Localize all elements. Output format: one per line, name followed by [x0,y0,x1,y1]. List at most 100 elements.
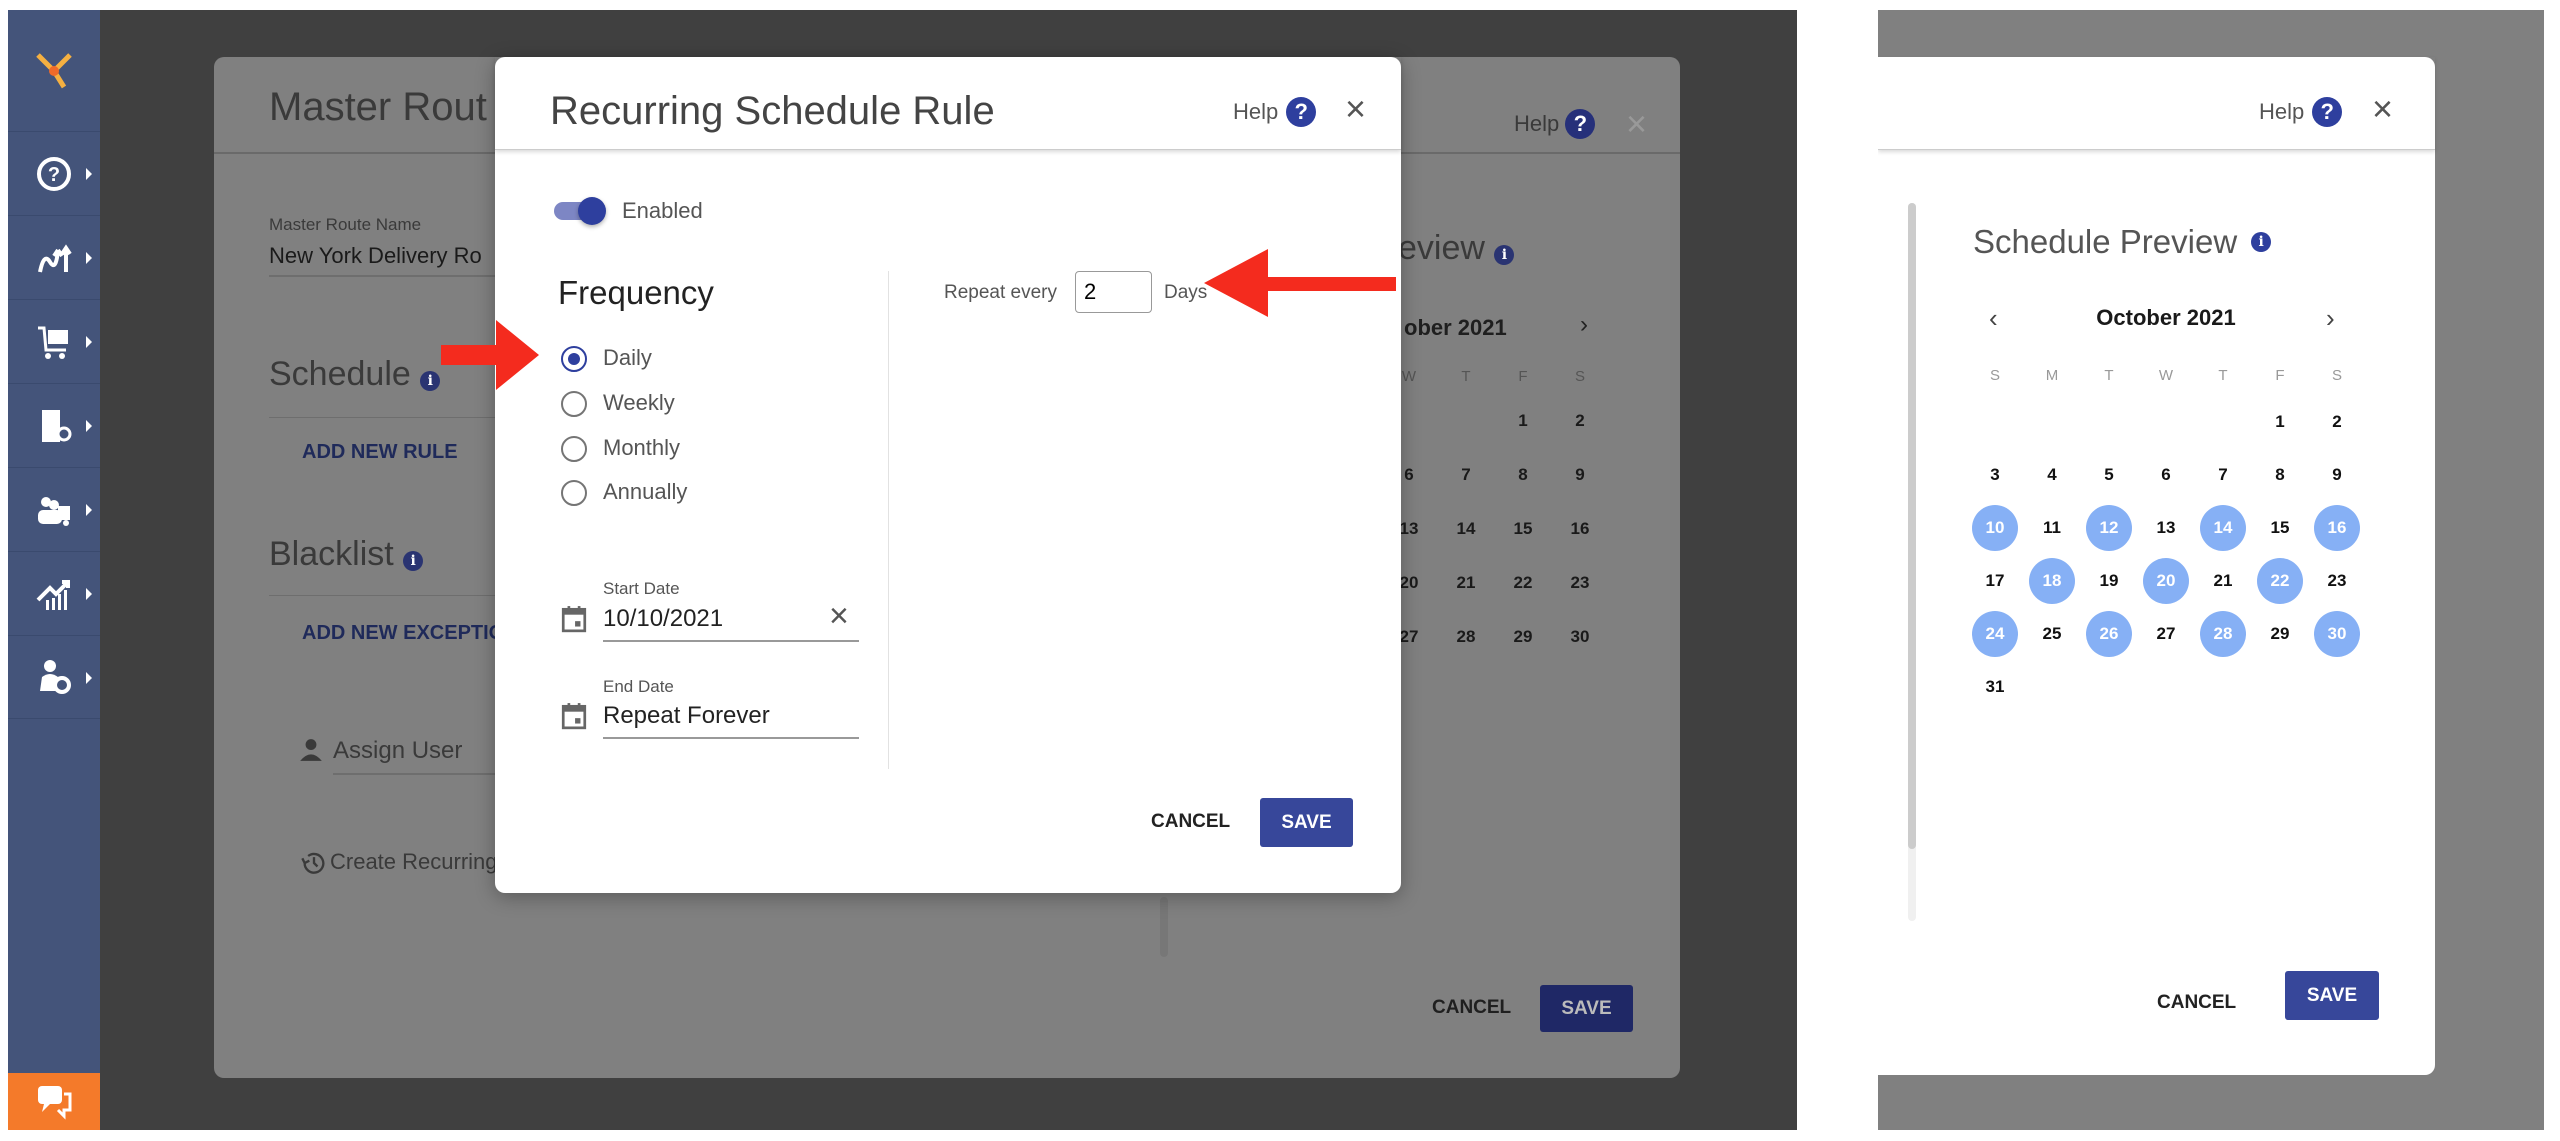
start-date-label: Start Date [603,579,680,598]
calendar-day[interactable]: 29 [1500,614,1546,660]
left-screenshot: ? Master Rout Master Route Name New York… [8,10,1797,1130]
next-month-button[interactable]: › [2326,303,2335,334]
calendar-day[interactable]: 14 [2200,505,2246,551]
recurring-schedule-rule-modal: Recurring Schedule Rule Help? × Enabled … [495,57,1401,893]
close-button[interactable]: × [2372,91,2393,127]
calendar-day[interactable]: 19 [2086,558,2132,604]
calendar-day[interactable]: 28 [2200,611,2246,657]
cancel-button[interactable]: CANCEL [1151,811,1230,833]
frequency-heading: Frequency [558,274,714,311]
radio-label-daily[interactable]: Daily [603,345,652,371]
calendar-day[interactable]: 1 [2257,399,2303,445]
calendar-day[interactable]: 9 [2314,452,2360,498]
help-link[interactable]: Help? [1233,97,1317,127]
chat-bubbles-icon [38,1085,72,1120]
cancel-button[interactable]: CANCEL [1432,997,1511,1019]
save-button[interactable]: SAVE [1540,985,1633,1032]
weekday-label: F [1518,367,1528,385]
radio-daily[interactable] [561,346,587,372]
calendar-day[interactable]: 28 [1443,614,1489,660]
sidebar-item-route-plans[interactable] [8,383,100,467]
sidebar-item-routes[interactable] [8,215,100,299]
schedule-preview-heading: Schedule Preview i [1973,223,2272,261]
scrollbar-thumb[interactable] [1908,203,1916,849]
scrollbar-track[interactable] [1908,203,1916,921]
user-gear-icon [40,660,71,694]
calendar-day[interactable]: 30 [2314,611,2360,657]
save-button[interactable]: SAVE [1260,798,1353,847]
calendar-day[interactable]: 23 [2314,558,2360,604]
panel-header [1878,57,2435,150]
calendar-day[interactable]: 6 [2143,452,2189,498]
caret-right-icon [86,252,92,264]
enabled-toggle[interactable] [554,197,606,225]
weekday-label: T [2104,366,2114,384]
calendar-day[interactable]: 26 [2086,611,2132,657]
calendar-day[interactable]: 3 [1972,452,2018,498]
modal-title: Recurring Schedule Rule [550,89,995,133]
sidebar-item-orders[interactable] [8,299,100,383]
calendar-day[interactable]: 22 [2257,558,2303,604]
save-button[interactable]: SAVE [2285,971,2379,1020]
calendar-day[interactable]: 21 [2200,558,2246,604]
sidebar-item-user-settings[interactable] [8,635,100,719]
calendar-day[interactable]: 2 [1557,398,1603,444]
calendar-day[interactable]: 20 [2143,558,2189,604]
radio-annually[interactable] [561,480,587,506]
help-label: Help [2259,99,2305,124]
weekday-label: F [2275,366,2285,384]
caret-right-icon [86,588,92,600]
clear-date-icon[interactable]: × [829,597,849,636]
calendar-day[interactable]: 15 [2257,505,2303,551]
radio-weekly[interactable] [561,391,587,417]
radio-label-monthly[interactable]: Monthly [603,435,680,461]
calendar-day[interactable]: 24 [1972,611,2018,657]
help-link[interactable]: Help? [2259,97,2343,127]
calendar-day[interactable]: 17 [1972,558,2018,604]
scrollbar[interactable] [1160,897,1168,957]
calendar-day[interactable]: 2 [2314,399,2360,445]
sidebar-item-analytics[interactable] [8,551,100,635]
calendar-day[interactable]: 27 [2143,611,2189,657]
calendar-day[interactable]: 18 [2029,558,2075,604]
start-date-input[interactable]: 10/10/2021 [603,605,723,633]
calendar-day[interactable]: 30 [1557,614,1603,660]
repeat-every-input[interactable] [1075,271,1152,313]
cancel-button[interactable]: CANCEL [2157,992,2236,1014]
sidebar-item-help[interactable]: ? [8,131,100,215]
calendar-day[interactable]: 15 [1500,506,1546,552]
calendar-day[interactable]: 22 [1500,560,1546,606]
calendar-day[interactable]: 4 [2029,452,2075,498]
calendar-day[interactable]: 8 [2257,452,2303,498]
calendar-day[interactable]: 5 [2086,452,2132,498]
sidebar-item-team[interactable] [8,467,100,551]
chat-button[interactable] [8,1073,100,1130]
app-logo[interactable] [8,10,100,131]
calendar-day[interactable]: 13 [2143,505,2189,551]
calendar-day[interactable]: 1 [1500,398,1546,444]
calendar-day[interactable]: 29 [2257,611,2303,657]
calendar-day[interactable]: 31 [1972,664,2018,710]
end-date-input[interactable]: Repeat Forever [603,702,770,730]
calendar-day[interactable]: 23 [1557,560,1603,606]
calendar-day[interactable]: 25 [2029,611,2075,657]
calendar-day[interactable]: 7 [2200,452,2246,498]
calendar-day[interactable]: 16 [2314,505,2360,551]
annotation-arrow-right-icon [441,320,539,390]
radio-label-weekly[interactable]: Weekly [603,390,675,416]
close-button[interactable]: × [1345,91,1366,127]
schedule-preview-title: Schedule Preview [1973,223,2238,260]
calendar-day[interactable]: 12 [2086,505,2132,551]
calendar-day[interactable]: 21 [1443,560,1489,606]
calendar-day[interactable]: 16 [1557,506,1603,552]
radio-monthly[interactable] [561,436,587,462]
info-icon[interactable]: i [2251,232,2272,252]
calendar-day[interactable]: 11 [2029,505,2075,551]
prev-month-button[interactable]: ‹ [1989,303,1998,334]
calendar-day[interactable]: 9 [1557,452,1603,498]
radio-label-annually[interactable]: Annually [603,479,687,505]
calendar-day[interactable]: 8 [1500,452,1546,498]
calendar-day[interactable]: 10 [1972,505,2018,551]
calendar-day[interactable]: 14 [1443,506,1489,552]
calendar-day[interactable]: 7 [1443,452,1489,498]
